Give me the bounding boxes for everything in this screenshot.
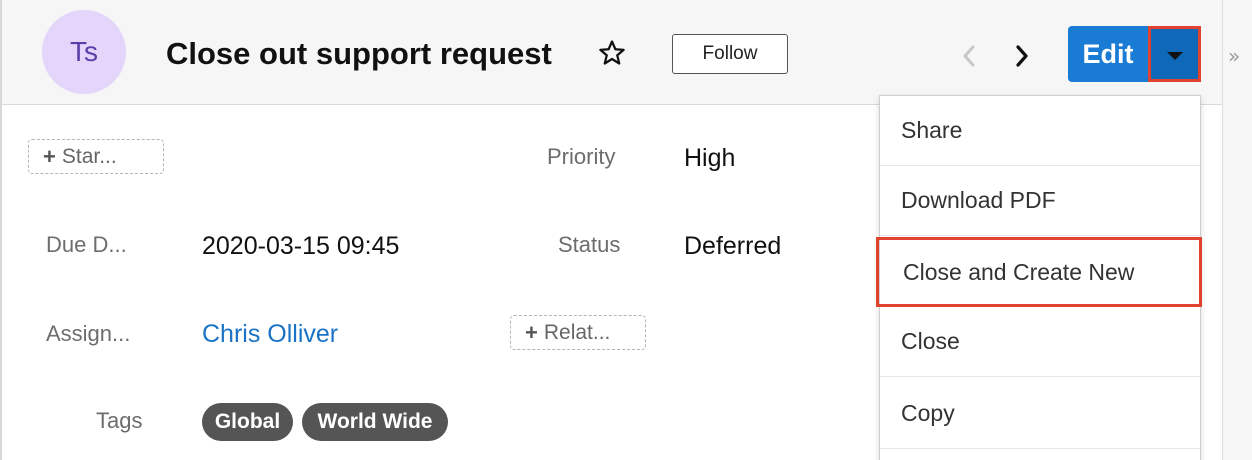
assigned-user-link[interactable]: Chris Olliver xyxy=(202,320,338,349)
right-rail xyxy=(1222,0,1252,460)
tag-pill[interactable]: World Wide xyxy=(302,403,448,441)
menu-item-close[interactable]: Close xyxy=(880,307,1200,377)
menu-item-share[interactable]: Share xyxy=(880,96,1200,166)
menu-item-close-and-create-new[interactable]: Close and Create New xyxy=(876,237,1202,307)
actions-dropdown-menu: Share Download PDF Close and Create New … xyxy=(876,95,1202,460)
assigned-label: Assign... xyxy=(46,321,131,346)
star-icon[interactable] xyxy=(597,38,627,68)
star-add-label: Star... xyxy=(61,144,117,168)
caret-down-icon xyxy=(1166,52,1183,60)
related-add-button[interactable]: + Relat... xyxy=(510,315,646,350)
tags-label: Tags xyxy=(96,408,143,433)
page-title: Close out support request xyxy=(166,36,552,71)
chevron-left-icon[interactable] xyxy=(958,42,980,70)
due-date-value[interactable]: 2020-03-15 09:45 xyxy=(202,232,399,261)
status-label: Status xyxy=(558,232,621,257)
avatar: Ts xyxy=(42,10,126,94)
priority-label: Priority xyxy=(547,144,616,169)
priority-value[interactable]: High xyxy=(684,144,735,173)
menu-item-copy[interactable]: Copy xyxy=(880,379,1200,449)
edit-button[interactable]: Edit xyxy=(1068,26,1148,82)
star-add-button[interactable]: + Star... xyxy=(28,139,164,174)
related-add-label: Relat... xyxy=(543,320,611,344)
double-chevron-right-icon[interactable]: » xyxy=(1228,44,1240,68)
chevron-right-icon[interactable] xyxy=(1011,42,1033,70)
actions-dropdown-button[interactable] xyxy=(1148,26,1201,82)
status-value[interactable]: Deferred xyxy=(684,232,781,261)
follow-button[interactable]: Follow xyxy=(672,34,788,74)
tag-pill[interactable]: Global xyxy=(202,403,293,441)
plus-icon: + xyxy=(525,319,538,345)
due-date-label: Due D... xyxy=(46,232,127,257)
menu-item-download-pdf[interactable]: Download PDF xyxy=(880,166,1200,236)
plus-icon: + xyxy=(43,143,56,169)
